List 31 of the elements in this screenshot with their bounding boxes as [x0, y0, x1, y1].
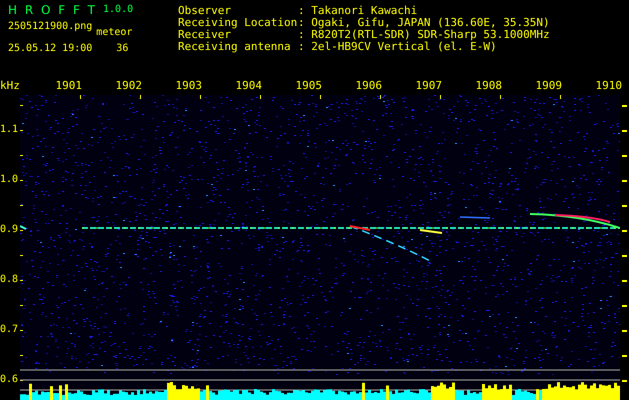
detection-count: 36	[115, 43, 130, 55]
info-value: : R820T2(RTL-SDR) SDR-Sharp 53.1000MHz	[298, 29, 550, 41]
time-label: 1901	[54, 80, 82, 92]
info-value: : Takanori Kawachi	[298, 5, 418, 17]
app-name: H R O F F T	[8, 4, 98, 16]
frequency-label: 0.7	[0, 324, 20, 336]
app-version: 1.0.0	[103, 4, 134, 16]
info-label: Observer	[178, 5, 232, 17]
time-label: 1908	[474, 80, 502, 92]
info-value: : 2el-HB9CV Vertical (el. E-W)	[298, 41, 497, 53]
detection-label: meteor	[96, 27, 132, 39]
file-name: 2505121900.png	[8, 21, 92, 33]
time-label: 1909	[534, 80, 562, 92]
time-label: 1910	[594, 80, 622, 92]
frequency-label: 0.8	[0, 274, 20, 286]
info-label: Receiving Location	[178, 17, 298, 29]
time-label: 1904	[234, 80, 262, 92]
time-label: 1906	[354, 80, 382, 92]
time-label: 1902	[114, 80, 142, 92]
frequency-label: 0.6	[0, 374, 20, 386]
frequency-unit: kHz	[0, 80, 20, 92]
info-value: : Ogaki, Gifu, JAPAN (136.60E, 35.35N)	[298, 17, 550, 29]
info-label: Receiving antenna	[178, 41, 292, 53]
info-label: Receiver	[178, 29, 231, 41]
time-label: 1905	[294, 80, 322, 92]
date-time: 25.05.12 19:00	[8, 43, 92, 55]
frequency-label: 0.9	[0, 224, 20, 236]
frequency-label: 1.0	[0, 174, 20, 186]
time-label: 1903	[174, 80, 202, 92]
frequency-label: 1.1	[0, 124, 20, 136]
time-label: 1907	[414, 80, 442, 92]
